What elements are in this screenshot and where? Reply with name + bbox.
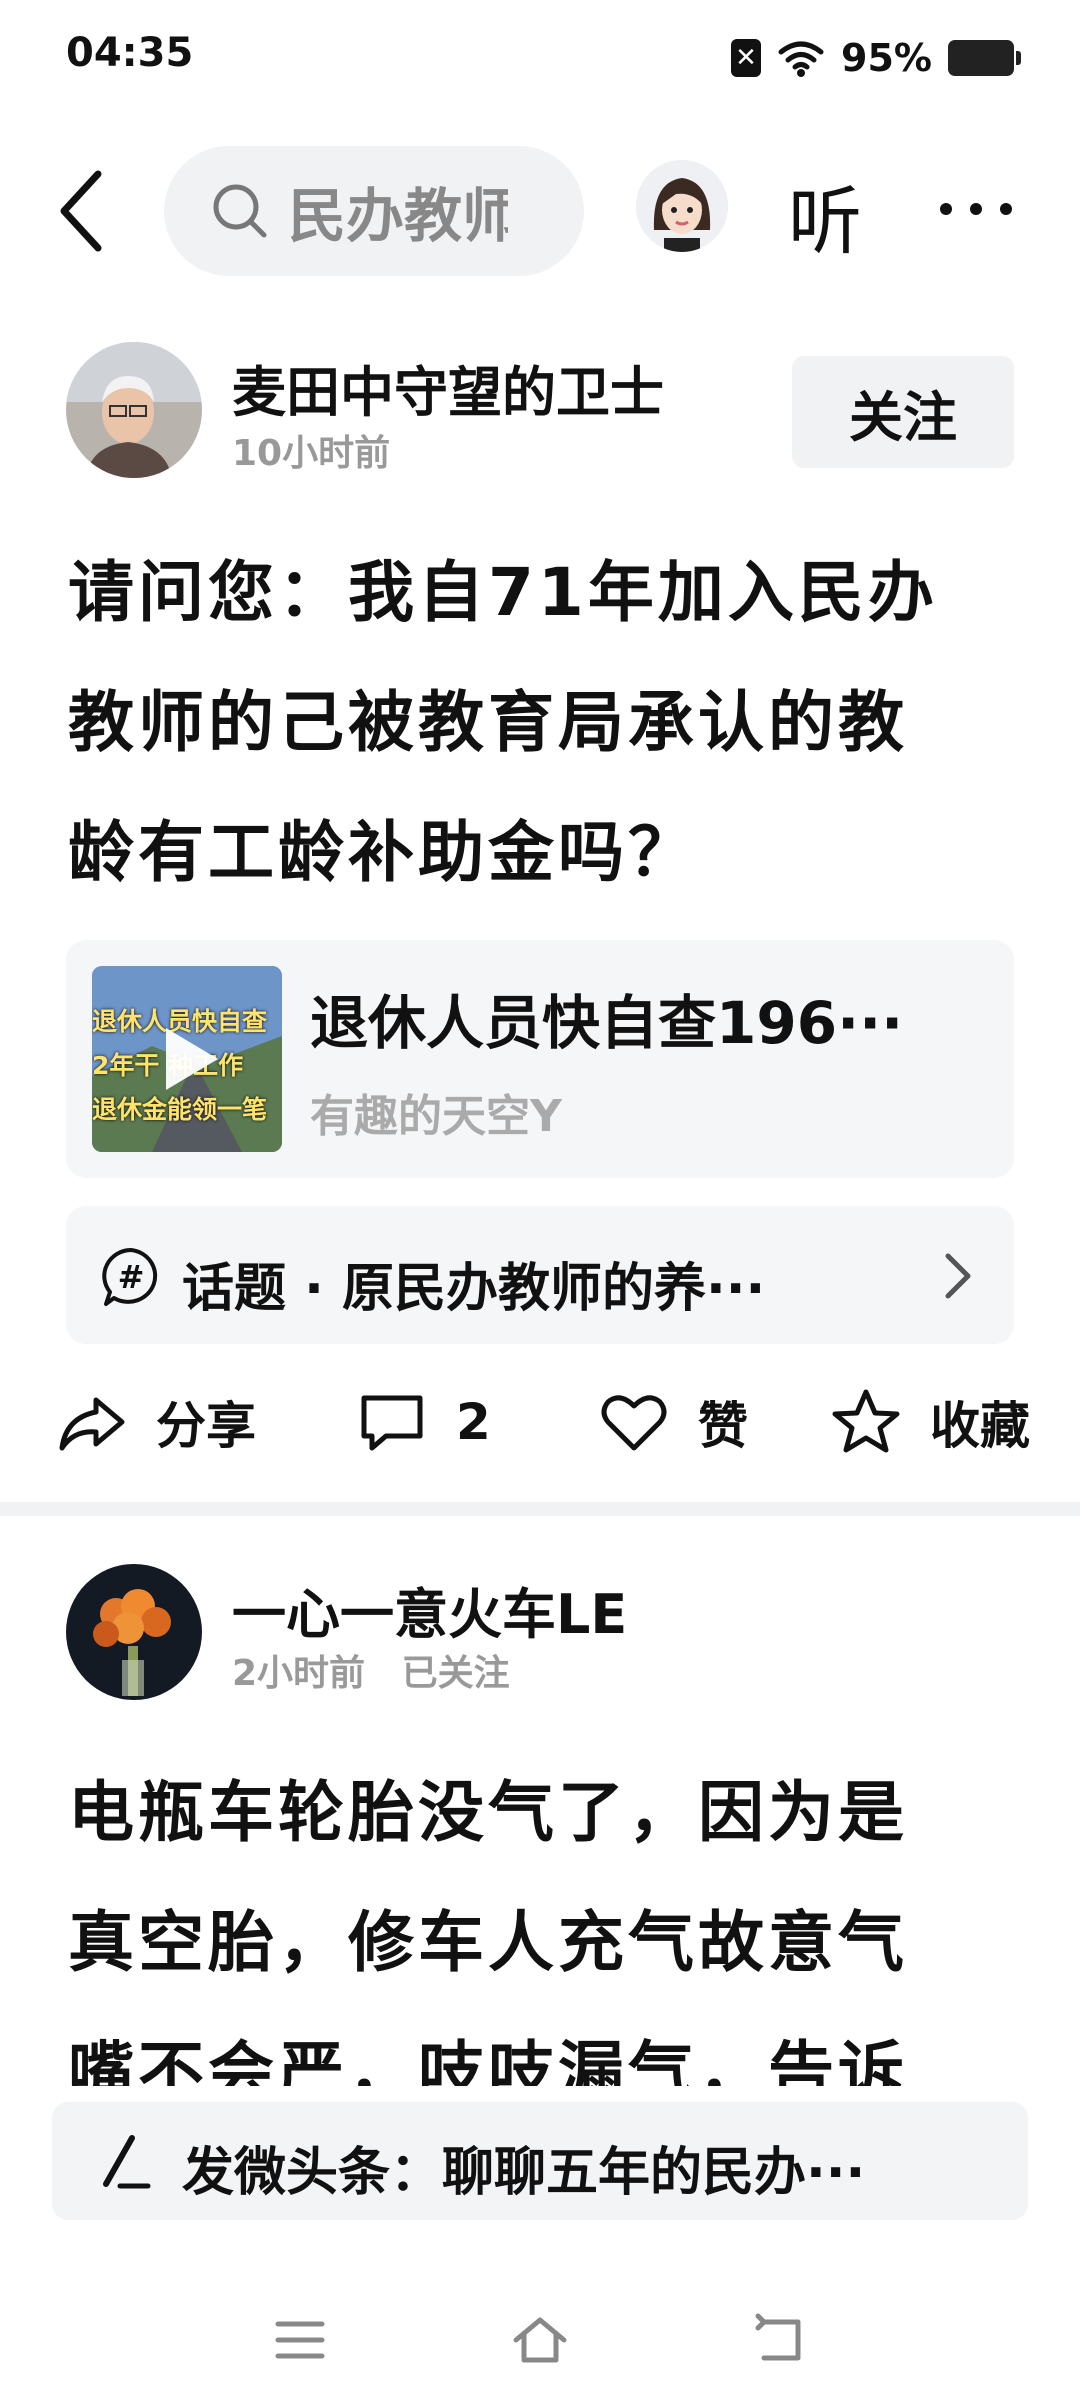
svg-text:#: # xyxy=(118,1258,145,1296)
author-avatar[interactable] xyxy=(66,1564,202,1700)
post-time-text: 2小时前 xyxy=(232,1653,366,1694)
post-title[interactable]: 电瓶车轮胎没气了，因为是 真空胎，修车人充气故意气 嘴不会严，吱吱漏气，告诉 xyxy=(68,1748,1028,2086)
video-title: 退休人员快自查196··· xyxy=(310,989,904,1057)
author-photo xyxy=(66,1564,202,1700)
video-thumbnail: 退休人员快自查 2年干 种工作 退休金能领一笔 xyxy=(92,966,282,1152)
comment-icon xyxy=(361,1395,423,1451)
author-name[interactable]: 一心一意火车LE xyxy=(232,1570,627,1649)
favorite-button[interactable]: 收藏 xyxy=(830,1386,1030,1458)
compose-post-bar[interactable]: 发微头条：聊聊五年的民办··· xyxy=(52,2102,1028,2220)
followed-status: 已关注 xyxy=(401,1653,510,1694)
system-nav-bar xyxy=(0,2300,1080,2380)
heart-icon xyxy=(601,1395,667,1451)
thumbnail-caption: 退休金能领一笔 xyxy=(92,1095,268,1124)
topic-text: 话题 · 原民办教师的养··· xyxy=(182,1259,766,1319)
post-time: 10小时前 xyxy=(232,433,391,474)
post-title-line: 教师的己被教育局承认的教 xyxy=(68,684,908,761)
pen-icon xyxy=(103,2135,151,2189)
comment-count: 2 xyxy=(456,1393,491,1451)
star-icon xyxy=(832,1389,900,1453)
like-label: 赞 xyxy=(698,1397,748,1455)
post-title-line: 嘴不会严，吱吱漏气，告诉 xyxy=(68,2034,908,2086)
chevron-right-icon xyxy=(945,1253,971,1299)
topic-link[interactable]: # 话题 · 原民办教师的养··· xyxy=(66,1206,1014,1344)
post-title[interactable]: 请问您：我自71年加入民办 教师的己被教育局承认的教 龄有工龄补助金吗？ xyxy=(68,528,1028,918)
linked-video-card[interactable]: 退休人员快自查 2年干 种工作 退休金能领一笔 退休人员快自查196··· 有趣… xyxy=(66,940,1014,1178)
post-title-line: 龄有工龄补助金吗？ xyxy=(68,814,698,891)
feed-post-2: 一心一意火车LE 2小时前 已关注 电瓶车轮胎没气了，因为是 真空胎，修车人充气… xyxy=(0,1516,1080,2086)
video-author: 有趣的天空Y xyxy=(310,1091,562,1142)
post-time: 2小时前 已关注 xyxy=(232,1644,510,1696)
post-action-bar: 分享 2 赞 收藏 xyxy=(0,1366,1080,1476)
menu-icon[interactable] xyxy=(270,2310,330,2370)
author-photo xyxy=(66,342,202,478)
comment-button[interactable]: 2 xyxy=(356,1386,491,1458)
favorite-label: 收藏 xyxy=(930,1397,1030,1455)
play-icon xyxy=(166,1028,218,1090)
author-avatar[interactable] xyxy=(66,342,202,478)
post-title-line: 请问您：我自71年加入民办 xyxy=(68,554,938,631)
like-button[interactable]: 赞 xyxy=(598,1386,748,1458)
share-button[interactable]: 分享 xyxy=(56,1386,256,1458)
compose-prompt: 发微头条：聊聊五年的民办··· xyxy=(182,2143,866,2203)
back-nav-icon[interactable] xyxy=(750,2310,810,2370)
home-icon[interactable] xyxy=(510,2310,570,2370)
feed-post-1: 麦田中守望的卫士 10小时前 关注 请问您：我自71年加入民办 教师的己被教育局… xyxy=(0,0,1080,1500)
share-label: 分享 xyxy=(156,1397,256,1455)
follow-button[interactable]: 关注 xyxy=(792,356,1014,468)
share-icon xyxy=(59,1397,125,1451)
feed-divider xyxy=(0,1502,1080,1516)
post-title-line: 电瓶车轮胎没气了，因为是 xyxy=(68,1774,908,1851)
topic-hashtag-icon: # xyxy=(102,1248,158,1306)
author-name[interactable]: 麦田中守望的卫士 xyxy=(232,348,664,427)
post-title-line: 真空胎，修车人充气故意气 xyxy=(68,1904,908,1981)
